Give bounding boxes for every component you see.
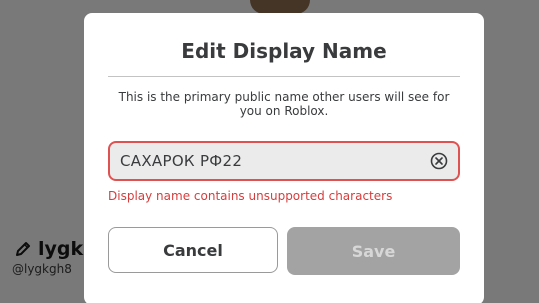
edit-display-name-dialog: Edit Display Name This is the primary pu… (84, 13, 484, 303)
save-button[interactable]: Save (287, 227, 460, 275)
title-divider (108, 76, 460, 77)
display-name-field (108, 141, 460, 181)
clear-circle-icon[interactable] (430, 152, 448, 170)
display-name-input[interactable] (110, 143, 430, 179)
dialog-title: Edit Display Name (181, 39, 387, 63)
cancel-button[interactable]: Cancel (108, 227, 278, 273)
error-message: Display name contains unsupported charac… (108, 189, 393, 203)
dialog-description: This is the primary public name other us… (118, 90, 450, 118)
